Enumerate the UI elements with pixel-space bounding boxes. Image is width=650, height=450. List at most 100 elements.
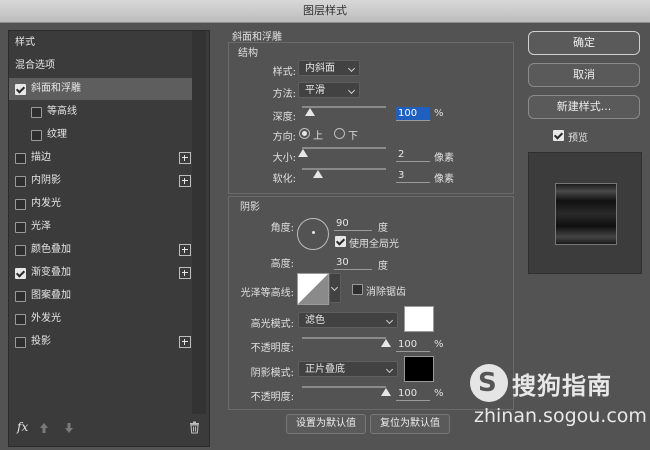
highlight-color-swatch[interactable]	[404, 306, 434, 332]
highlight-mode-label: 高光模式:	[250, 319, 294, 330]
gradient-overlay-item[interactable]: 渐变叠加	[9, 262, 193, 284]
inner-shadow-checkbox[interactable]	[15, 176, 26, 187]
inner-shadow-item[interactable]: 内阴影	[9, 170, 193, 192]
stroke-label: 描边	[31, 152, 51, 163]
contour-checkbox[interactable]	[31, 107, 42, 118]
color-overlay-checkbox[interactable]	[15, 245, 26, 256]
make-default-button[interactable]: 设置为默认值	[286, 414, 366, 434]
technique-dropdown-value: 平滑	[305, 85, 325, 96]
drop-shadow-checkbox[interactable]	[15, 337, 26, 348]
watermark-brand: 搜狗指南	[512, 372, 612, 400]
preview-swatch	[555, 183, 617, 245]
direction-up-label: 上	[313, 131, 323, 142]
size-unit: 像素	[434, 153, 454, 164]
global-light-checkbox[interactable]	[335, 236, 346, 247]
style-label: 样式:	[272, 67, 296, 78]
antialias-checkbox[interactable]	[352, 284, 363, 295]
shadow-opacity-slider-track[interactable]	[302, 386, 386, 388]
depth-slider-knob[interactable]	[305, 108, 315, 116]
contour-item[interactable]: 等高线	[9, 101, 193, 123]
bevel-emboss-checkbox[interactable]	[15, 84, 26, 95]
style-dropdown[interactable]: 内斜面	[298, 60, 360, 76]
color-overlay-add-icon[interactable]	[179, 244, 191, 256]
highlight-opacity-unit: %	[434, 339, 444, 350]
gradient-overlay-checkbox[interactable]	[15, 268, 26, 279]
satin-checkbox[interactable]	[15, 222, 26, 233]
angle-dial[interactable]	[297, 218, 329, 250]
highlight-opacity-slider-track[interactable]	[302, 337, 386, 339]
soften-input[interactable]: 3	[396, 169, 430, 183]
preview-area	[528, 152, 642, 274]
inner-glow-label: 内发光	[31, 198, 61, 209]
altitude-input[interactable]: 30	[334, 256, 372, 270]
shadow-opacity-label: 不透明度:	[250, 392, 294, 403]
chevron-down-icon	[347, 86, 356, 95]
highlight-opacity-input[interactable]: 100	[396, 338, 430, 352]
new-style-button[interactable]: 新建样式...	[528, 95, 640, 119]
shadow-opacity-unit: %	[434, 388, 444, 399]
texture-item[interactable]: 纹理	[9, 124, 193, 146]
bevel-emboss-item[interactable]: 斜面和浮雕	[9, 78, 193, 100]
pattern-overlay-item[interactable]: 图案叠加	[9, 285, 193, 307]
gloss-contour-thumbnail[interactable]	[297, 273, 329, 305]
direction-up-radio[interactable]	[299, 128, 310, 139]
move-up-icon[interactable]	[39, 422, 49, 434]
shadow-color-swatch[interactable]	[404, 356, 434, 382]
highlight-opacity-slider-knob[interactable]	[381, 339, 391, 347]
depth-input[interactable]: 100	[396, 107, 430, 121]
styles-list-scrollbar[interactable]	[192, 31, 206, 414]
chevron-down-icon	[330, 283, 339, 292]
technique-dropdown[interactable]: 平滑	[298, 82, 360, 98]
satin-item[interactable]: 光泽	[9, 216, 193, 238]
trash-icon[interactable]	[189, 421, 200, 434]
soften-unit: 像素	[434, 174, 454, 185]
gloss-contour-label: 光泽等高线:	[240, 288, 294, 299]
stroke-checkbox[interactable]	[15, 153, 26, 164]
size-input[interactable]: 2	[396, 148, 430, 162]
antialias-label: 消除锯齿	[366, 287, 406, 298]
drop-shadow-item[interactable]: 投影	[9, 331, 193, 353]
gloss-contour-dropdown[interactable]	[329, 273, 341, 303]
ok-button[interactable]: 确定	[528, 31, 640, 55]
shadow-opacity-slider-knob[interactable]	[381, 388, 391, 396]
styles-list-header[interactable]: 样式	[9, 32, 193, 54]
inner-shadow-add-icon[interactable]	[179, 175, 191, 187]
pattern-overlay-checkbox[interactable]	[15, 291, 26, 302]
gradient-overlay-add-icon[interactable]	[179, 267, 191, 279]
texture-checkbox[interactable]	[31, 130, 42, 141]
cancel-button[interactable]: 取消	[528, 63, 640, 87]
shadow-opacity-input[interactable]: 100	[396, 387, 430, 401]
blending-options-label: 混合选项	[15, 60, 55, 71]
blending-options-item[interactable]: 混合选项	[9, 55, 193, 77]
drop-shadow-add-icon[interactable]	[179, 336, 191, 348]
altitude-label: 高度:	[270, 259, 294, 270]
color-overlay-label: 颜色叠加	[31, 244, 71, 255]
size-slider-knob[interactable]	[298, 149, 308, 157]
reset-default-button[interactable]: 复位为默认值	[370, 414, 450, 434]
direction-down-radio[interactable]	[334, 128, 345, 139]
size-slider-track[interactable]	[302, 147, 386, 149]
color-overlay-item[interactable]: 颜色叠加	[9, 239, 193, 261]
window-title: 图层样式	[303, 4, 347, 17]
highlight-mode-value: 滤色	[305, 315, 325, 326]
altitude-unit: 度	[378, 261, 388, 272]
depth-unit: %	[434, 108, 444, 119]
inner-glow-item[interactable]: 内发光	[9, 193, 193, 215]
inner-shadow-label: 内阴影	[31, 175, 61, 186]
angle-input[interactable]: 90	[334, 217, 372, 231]
outer-glow-checkbox[interactable]	[15, 314, 26, 325]
highlight-mode-dropdown[interactable]: 滤色	[298, 312, 398, 328]
stroke-add-icon[interactable]	[179, 152, 191, 164]
preview-checkbox[interactable]	[553, 130, 564, 141]
inner-glow-checkbox[interactable]	[15, 199, 26, 210]
styles-toolbar: fx	[9, 414, 199, 444]
fx-icon[interactable]: fx	[17, 420, 28, 434]
outer-glow-item[interactable]: 外发光	[9, 308, 193, 330]
shadow-mode-dropdown[interactable]: 正片叠底	[298, 361, 398, 377]
depth-label: 深度:	[272, 112, 296, 123]
drop-shadow-label: 投影	[31, 336, 51, 347]
bevel-section-title: 斜面和浮雕	[232, 32, 282, 43]
soften-slider-knob[interactable]	[313, 170, 323, 178]
move-down-icon[interactable]	[64, 422, 74, 434]
stroke-item[interactable]: 描边	[9, 147, 193, 169]
